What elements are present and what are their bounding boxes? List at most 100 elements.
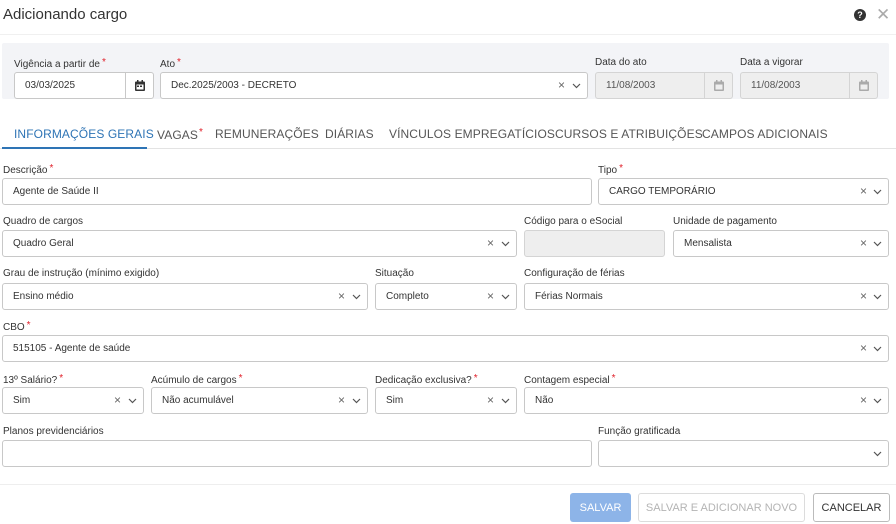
funcao-gratificada-select[interactable]	[598, 440, 889, 467]
config-ferias-value: Férias Normais	[535, 291, 603, 302]
clear-icon[interactable]: ×	[558, 78, 565, 92]
close-icon[interactable]: ✕	[876, 6, 890, 24]
tab-bar: INFORMAÇÕES GERAIS VAGAS* REMUNERAÇÕES D…	[0, 120, 896, 149]
chevron-down-icon[interactable]	[501, 241, 510, 247]
acumulo-value: Não acumulável	[162, 395, 234, 406]
cbo-value: 515105 - Agente de saúde	[13, 343, 131, 354]
calendar-button-disabled	[704, 73, 732, 98]
tab-cursos[interactable]: CURSOS E ATRIBUIÇÕES	[555, 127, 703, 141]
codigo-esocial-label: Código para o eSocial	[524, 216, 623, 227]
unidade-pagamento-value: Mensalista	[684, 238, 732, 249]
footer-divider	[0, 484, 896, 485]
chevron-down-icon[interactable]	[352, 398, 361, 404]
ato-value: Dec.2025/2003 - DECRETO	[171, 80, 297, 91]
save-button[interactable]: SALVAR	[570, 493, 631, 522]
tab-vinculos[interactable]: VÍNCULOS EMPREGATÍCIOS	[389, 127, 555, 141]
tab-diarias[interactable]: DIÁRIAS	[325, 127, 374, 141]
unidade-pagamento-label: Unidade de pagamento	[673, 216, 777, 227]
clear-icon[interactable]: ×	[860, 341, 867, 355]
funcao-gratificada-label: Função gratificada	[598, 426, 681, 437]
clear-icon[interactable]: ×	[114, 393, 121, 407]
data-ato-input: 11/08/2003	[595, 72, 733, 99]
dialog-title: Adicionando cargo	[3, 6, 128, 23]
clear-icon[interactable]: ×	[487, 393, 494, 407]
situacao-label: Situação	[375, 268, 414, 279]
chevron-down-icon[interactable]	[352, 294, 361, 300]
dedicacao-select[interactable]: Sim ×	[375, 387, 517, 414]
config-ferias-select[interactable]: Férias Normais ×	[524, 283, 889, 310]
calendar-icon	[713, 80, 724, 91]
planos-label: Planos previdenciários	[3, 426, 104, 437]
clear-icon[interactable]: ×	[860, 393, 867, 407]
chevron-down-icon[interactable]	[501, 294, 510, 300]
clear-icon[interactable]: ×	[860, 289, 867, 303]
active-tab-indicator	[2, 147, 147, 149]
chevron-down-icon[interactable]	[873, 346, 882, 352]
contagem-label: Contagem especial *	[524, 373, 616, 386]
quadro-select[interactable]: Quadro Geral ×	[2, 230, 517, 257]
help-icon[interactable]: ?	[854, 9, 866, 21]
grau-instrucao-value: Ensino médio	[13, 291, 74, 302]
descricao-input[interactable]: Agente de Saúde II	[2, 178, 592, 205]
calendar-button-disabled	[849, 73, 877, 98]
chevron-down-icon[interactable]	[873, 451, 882, 457]
cancel-button[interactable]: CANCELAR	[813, 493, 890, 522]
clear-icon[interactable]: ×	[860, 184, 867, 198]
header-divider	[0, 34, 896, 35]
tab-remuneracoes[interactable]: REMUNERAÇÕES	[215, 127, 319, 141]
descricao-label: Descrição *	[3, 163, 54, 176]
tipo-select[interactable]: CARGO TEMPORÁRIO ×	[598, 178, 889, 205]
acumulo-select[interactable]: Não acumulável ×	[151, 387, 368, 414]
clear-icon[interactable]: ×	[487, 236, 494, 250]
cbo-select[interactable]: 515105 - Agente de saúde ×	[2, 335, 889, 362]
situacao-value: Completo	[386, 291, 429, 302]
decimo-terceiro-value: Sim	[13, 395, 31, 406]
calendar-button[interactable]	[125, 73, 153, 98]
clear-icon[interactable]: ×	[860, 236, 867, 250]
quadro-value: Quadro Geral	[13, 238, 74, 249]
chevron-down-icon[interactable]	[873, 189, 882, 195]
data-vigorar-value: 11/08/2003	[751, 80, 801, 91]
decimo-terceiro-select[interactable]: Sim ×	[2, 387, 144, 414]
vigencia-value: 03/03/2025	[25, 80, 76, 91]
vigencia-label: Vigência a partir de *	[14, 57, 106, 70]
data-ato-label: Data do ato	[595, 57, 647, 68]
tipo-value: CARGO TEMPORÁRIO	[609, 186, 716, 197]
vigencia-date-input[interactable]: 03/03/2025	[14, 72, 154, 99]
planos-input[interactable]	[2, 440, 592, 467]
data-vigorar-label: Data a vigorar	[740, 57, 803, 68]
codigo-esocial-input	[524, 230, 665, 257]
dedicacao-label: Dedicação exclusiva? *	[375, 373, 478, 386]
ato-select[interactable]: Dec.2025/2003 - DECRETO ×	[160, 72, 588, 99]
data-ato-value: 11/08/2003	[606, 80, 656, 91]
unidade-pagamento-select[interactable]: Mensalista ×	[673, 230, 889, 257]
grau-instrucao-label: Grau de instrução (mínimo exigido)	[3, 268, 160, 279]
grau-instrucao-select[interactable]: Ensino médio ×	[2, 283, 368, 310]
clear-icon[interactable]: ×	[487, 289, 494, 303]
tab-vagas[interactable]: VAGAS*	[157, 127, 203, 142]
chevron-down-icon[interactable]	[572, 83, 581, 89]
calendar-icon	[858, 80, 869, 91]
tab-informacoes-gerais[interactable]: INFORMAÇÕES GERAIS	[14, 127, 154, 141]
clear-icon[interactable]: ×	[338, 393, 345, 407]
acumulo-label: Acúmulo de cargos *	[151, 373, 243, 386]
contagem-value: Não	[535, 395, 554, 406]
chevron-down-icon[interactable]	[128, 398, 137, 404]
clear-icon[interactable]: ×	[338, 289, 345, 303]
ato-label: Ato *	[160, 57, 181, 70]
tab-campos-adicionais[interactable]: CAMPOS ADICIONAIS	[702, 127, 828, 141]
calendar-icon	[134, 80, 145, 91]
cbo-label: CBO *	[3, 320, 31, 333]
quadro-label: Quadro de cargos	[3, 216, 84, 227]
tipo-label: Tipo *	[598, 163, 623, 176]
descricao-value: Agente de Saúde II	[13, 186, 99, 197]
situacao-select[interactable]: Completo ×	[375, 283, 517, 310]
chevron-down-icon[interactable]	[873, 294, 882, 300]
chevron-down-icon[interactable]	[501, 398, 510, 404]
chevron-down-icon[interactable]	[873, 241, 882, 247]
dedicacao-value: Sim	[386, 395, 404, 406]
contagem-select[interactable]: Não ×	[524, 387, 889, 414]
save-and-add-new-button[interactable]: SALVAR E ADICIONAR NOVO	[638, 493, 805, 522]
data-vigorar-input: 11/08/2003	[740, 72, 878, 99]
chevron-down-icon[interactable]	[873, 398, 882, 404]
